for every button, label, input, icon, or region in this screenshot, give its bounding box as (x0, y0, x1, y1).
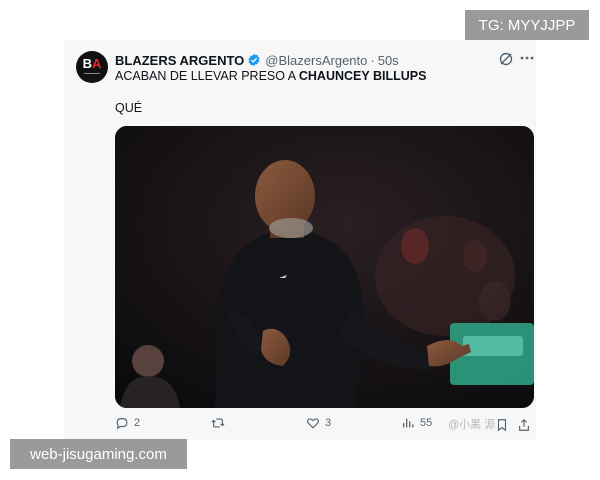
reply-count: 2 (134, 417, 141, 429)
analytics-icon (402, 418, 414, 428)
share-icon[interactable] (517, 418, 531, 432)
header-separator: · (370, 52, 375, 68)
tweet-text-line1: ACABAN DE LLEVAR PRESO A CHAUNCEY BILLUP… (115, 69, 426, 83)
grok-icon[interactable] (498, 51, 514, 67)
reply-icon (116, 418, 128, 430)
more-options-icon[interactable] (519, 50, 535, 66)
view-count: 55 (420, 417, 433, 429)
source-watermark: @小黑 源 (448, 419, 496, 431)
heart-icon (307, 418, 319, 429)
retweet-button[interactable] (211, 416, 230, 430)
photo-illustration (115, 126, 534, 408)
avatar[interactable]: BA (76, 51, 108, 83)
like-count: 3 (325, 417, 332, 429)
tweet-media-photo[interactable] (115, 126, 534, 408)
tg-banner: TG: MYYJJPP (465, 10, 589, 40)
tweet-card[interactable]: BA BLAZERS ARGENTO @BlazersArgento · 50s… (64, 40, 536, 440)
tweet-text-line2: QUÉ (115, 101, 143, 115)
avatar-monogram: BA (82, 56, 102, 71)
bookmark-icon[interactable] (495, 418, 509, 432)
verified-badge-icon (248, 53, 260, 67)
tweet-header: BLAZERS ARGENTO @BlazersArgento · 50s (115, 51, 399, 69)
reply-button[interactable]: 2 (115, 416, 140, 430)
author-name[interactable]: BLAZERS ARGENTO (115, 53, 244, 68)
tweet-timestamp[interactable]: 50s (378, 53, 399, 68)
site-banner: web-jisugaming.com (10, 439, 187, 469)
tweet-text-bold: CHAUNCEY BILLUPS (298, 69, 427, 83)
tweet-text-prefix: ACABAN DE LLEVAR PRESO A (115, 69, 299, 83)
retweet-icon (211, 418, 225, 428)
author-handle[interactable]: @BlazersArgento (265, 53, 367, 68)
avatar-underline (84, 73, 100, 74)
like-button[interactable]: 3 (306, 416, 331, 430)
views-button[interactable]: 55 (401, 416, 432, 430)
